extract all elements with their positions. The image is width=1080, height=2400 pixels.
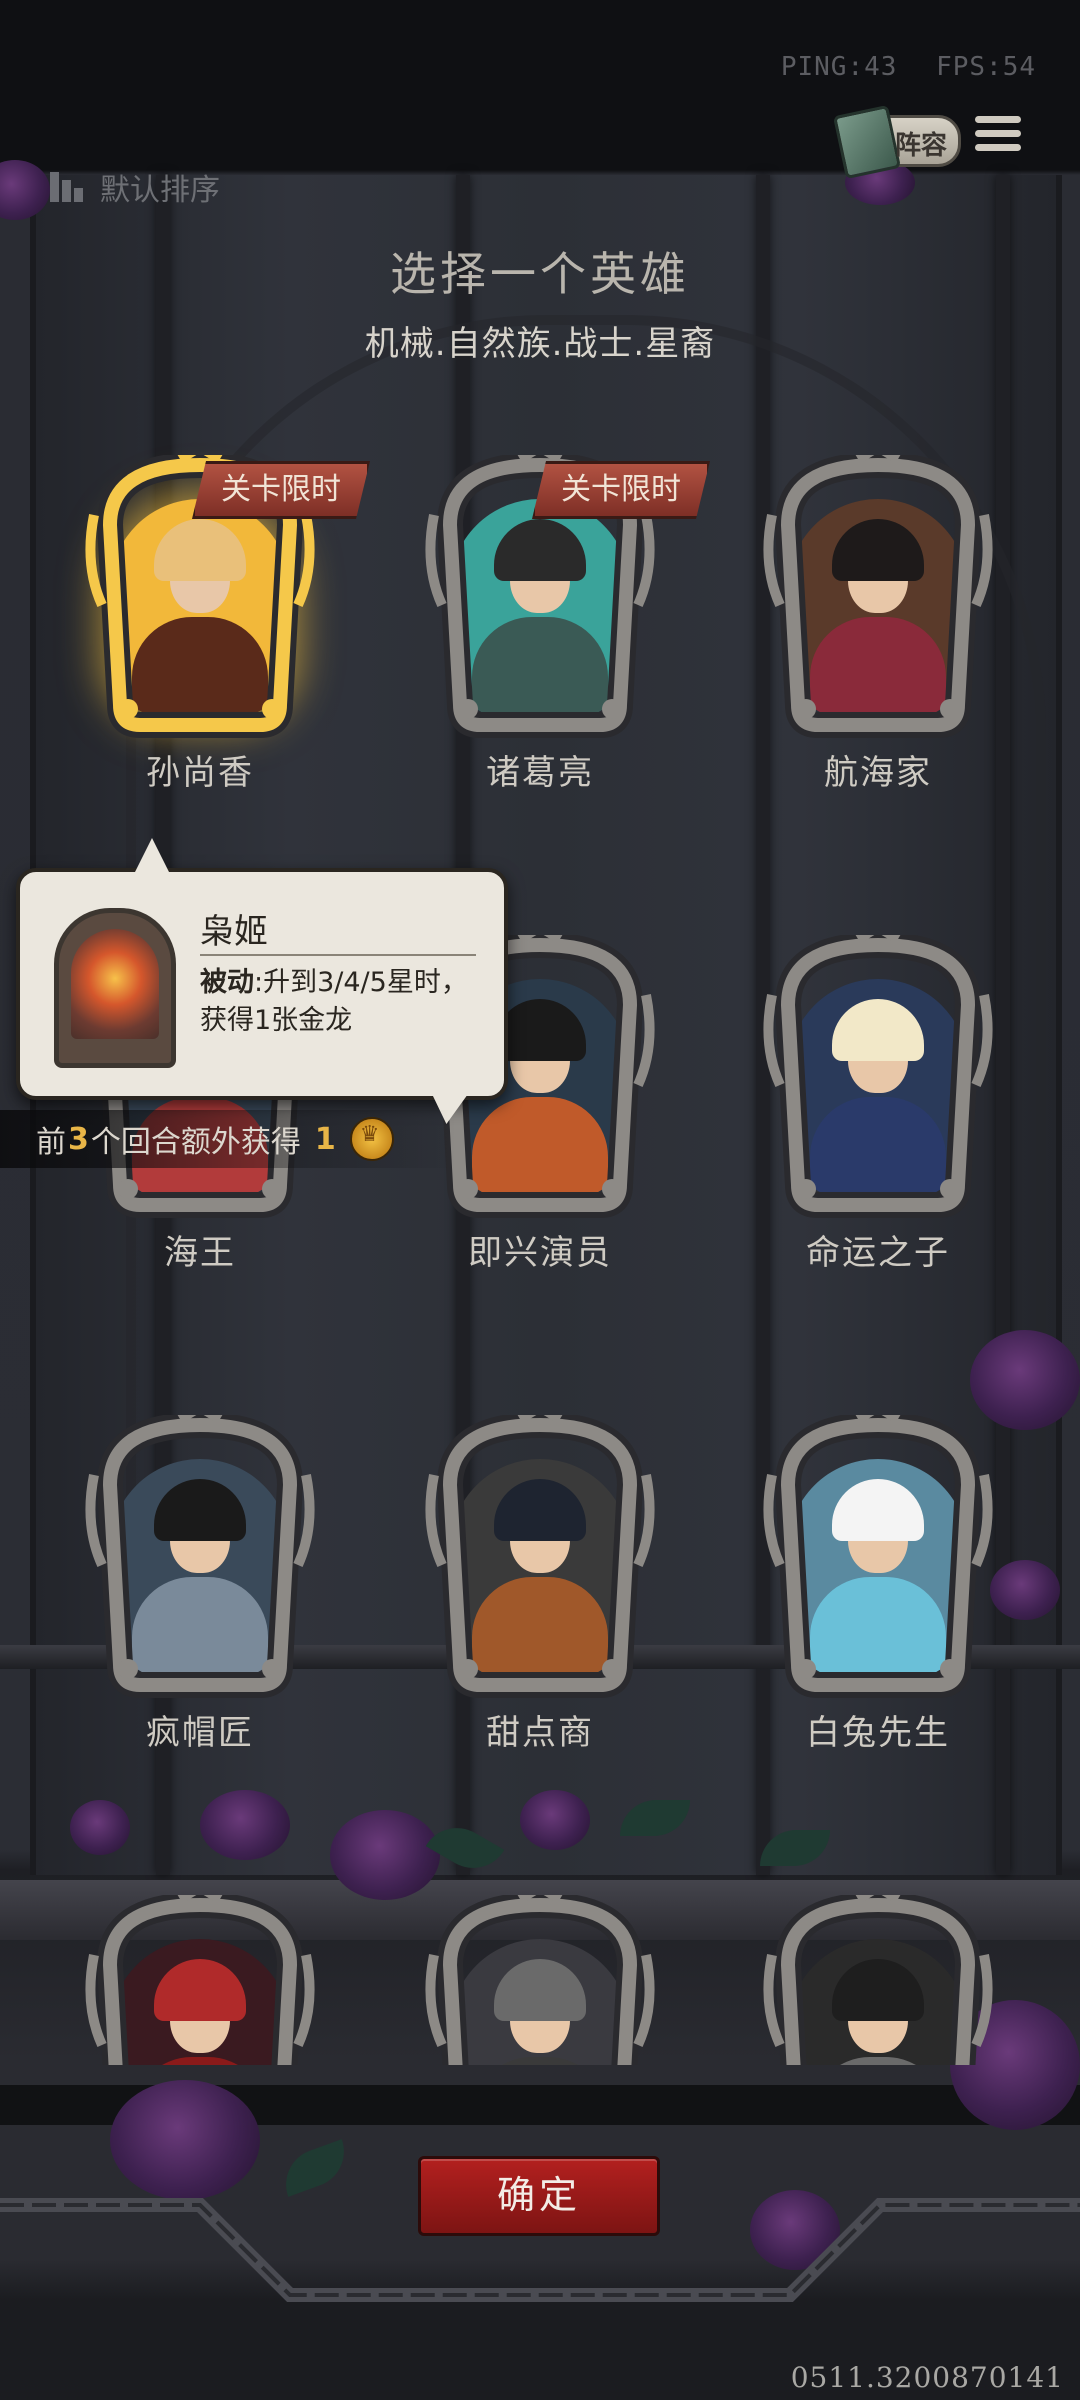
hero-name: 甜点商	[486, 1713, 594, 1753]
bonus-prefix: 前	[36, 1125, 66, 1160]
hero-card[interactable]	[420, 1895, 660, 2065]
rose-decoration	[200, 1790, 290, 1860]
passive-label: 被动	[200, 967, 254, 998]
hero-card[interactable]	[80, 1895, 320, 2065]
tooltip-description: 被动:升到3/4/5星时，获得1张金龙	[200, 964, 490, 1040]
ping-readout: PING:43	[780, 52, 898, 82]
hero-frame	[420, 1415, 660, 1715]
team-lineup-label: 阵容	[895, 131, 948, 161]
hero-name: 疯帽匠	[146, 1713, 254, 1753]
round-bonus: 前 3 个回合额外获得 1	[0, 1110, 456, 1168]
limited-time-badge: 关卡限时	[532, 461, 710, 519]
hero-frame	[758, 935, 998, 1235]
hero-card[interactable]: 疯帽匠	[80, 1415, 320, 1753]
crown-coin-icon	[349, 1117, 394, 1161]
confirm-button[interactable]: 确定	[418, 2156, 660, 2236]
sort-label: 默认排序	[100, 173, 220, 208]
rose-decoration	[330, 1810, 440, 1900]
team-lineup-button[interactable]: 阵容	[832, 104, 961, 180]
hero-name: 白兔先生	[806, 1713, 950, 1753]
rose-decoration	[520, 1790, 590, 1850]
hero-name: 诸葛亮	[486, 753, 594, 793]
hero-name: 即兴演员	[468, 1233, 612, 1273]
hero-card[interactable]: 白兔先生	[758, 1415, 998, 1753]
book-icon	[832, 104, 902, 180]
hero-frame	[80, 1415, 320, 1715]
bonus-text: 个回合额外获得	[90, 1125, 301, 1160]
hero-card[interactable]: 甜点商	[420, 1415, 660, 1753]
selection-title: 选择一个英雄	[390, 247, 690, 301]
fps-readout: FPS:54	[936, 52, 1036, 82]
hero-name: 命运之子	[806, 1233, 950, 1273]
rose-decoration	[70, 1800, 130, 1855]
hero-card[interactable]: 命运之子	[758, 935, 998, 1273]
rose-decoration	[110, 2080, 260, 2200]
tooltip-title: 枭姬	[200, 912, 268, 952]
sort-button[interactable]: 默认排序	[48, 165, 220, 209]
hero-frame	[758, 1415, 998, 1715]
hero-frame	[758, 1895, 998, 2065]
menu-button[interactable]	[975, 116, 1021, 160]
bonus-amount: 1	[314, 1121, 336, 1157]
hero-card[interactable]	[758, 1895, 998, 2065]
sort-icon	[48, 170, 88, 204]
hero-frame	[758, 455, 998, 755]
limited-time-badge: 关卡限时	[192, 461, 370, 519]
hero-tooltip: 枭姬 被动:升到3/4/5星时，获得1张金龙	[16, 838, 508, 1124]
hero-frame	[420, 1895, 660, 2065]
bonus-rounds: 3	[68, 1121, 89, 1157]
hero-card[interactable]: 航海家	[758, 455, 998, 793]
coordinate-readout: 0511.3200870141	[790, 2361, 1064, 2394]
hero-name: 孙尚香	[146, 753, 254, 793]
network-status: PING:43 FPS:54	[759, 52, 1036, 82]
synergy-subtitle: 机械.自然族.战士.星裔	[364, 324, 716, 364]
hero-card[interactable]: 关卡限时 诸葛亮	[420, 455, 660, 793]
hamburger-icon	[975, 116, 1021, 123]
hero-card[interactable]: 关卡限时 孙尚香	[80, 455, 320, 793]
hero-frame	[80, 1895, 320, 2065]
rose-decoration	[990, 1560, 1060, 1620]
hero-name: 海王	[164, 1233, 236, 1273]
relic-icon	[54, 908, 176, 1068]
hero-name: 航海家	[824, 753, 932, 793]
